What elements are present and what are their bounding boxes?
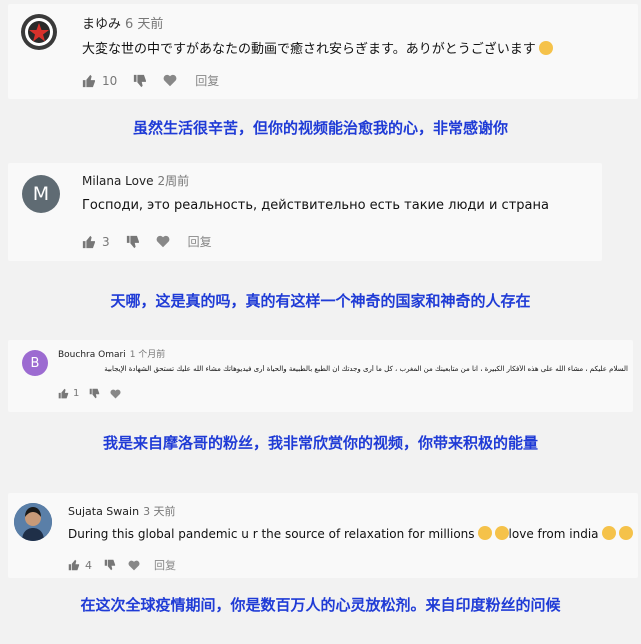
comment-time: 3 天前	[143, 505, 176, 518]
star-logo-icon	[25, 18, 53, 46]
heart-icon[interactable]	[156, 235, 170, 248]
thumbs-up-icon[interactable]	[68, 559, 80, 571]
avatar[interactable]	[21, 14, 57, 50]
translation-caption: 在这次全球疫情期间，你是数百万人的心灵放松剂。来自印度粉丝的问候	[80, 596, 561, 614]
comment-time: 2周前	[157, 174, 190, 188]
thumbs-down-icon[interactable]	[133, 74, 147, 88]
thumbs-up-icon[interactable]	[82, 74, 96, 88]
comment-text: Господи, это реальность, действительно е…	[82, 198, 549, 213]
comment-text: السلام عليكم ، مشاء الله على هذه الأفكار…	[104, 365, 628, 373]
reply-button[interactable]: 回复	[188, 233, 212, 250]
avatar[interactable]: B	[22, 350, 48, 376]
avatar-letter: B	[30, 355, 40, 371]
thumbs-down-icon[interactable]	[104, 559, 116, 571]
comment-actions: 1	[58, 388, 121, 399]
heart-eyes-emoji-icon	[477, 526, 492, 540]
thumbs-up-icon[interactable]	[82, 235, 96, 249]
translation-caption: 天哪，这是真的吗，真的有这样一个神奇的国家和神奇的人存在	[110, 292, 531, 310]
reply-button[interactable]: 回复	[154, 557, 176, 573]
smile-emoji-icon	[601, 526, 616, 540]
thumbs-down-icon[interactable]	[89, 388, 100, 399]
heart-icon[interactable]	[110, 389, 121, 399]
avatar[interactable]: M	[22, 175, 60, 213]
thumbs-up-icon[interactable]	[58, 388, 69, 399]
translation-caption: 虽然生活很辛苦，但你的视频能治愈我的心，非常感谢你	[132, 119, 508, 137]
comment-card: Sujata Swain 3 天前 During this global pand…	[8, 493, 638, 578]
comment-time: 1 个月前	[129, 350, 166, 360]
like-count: 10	[102, 73, 118, 88]
comment-card: まゆみ 6 天前 大変な世の中ですがあなたの動画で癒され安らぎます。ありがとうござ…	[8, 4, 638, 99]
comment-card: M Milana Love 2周前 Господи, это реальность…	[8, 163, 602, 261]
comment-author[interactable]: Bouchra Omari 1 个月前	[58, 347, 165, 360]
smile-emoji-icon	[618, 526, 633, 540]
heart-icon[interactable]	[128, 560, 140, 571]
avatar[interactable]	[14, 503, 52, 541]
heart-icon[interactable]	[163, 74, 177, 87]
thumbs-down-icon[interactable]	[126, 235, 140, 249]
comment-author[interactable]: Milana Love 2周前	[82, 172, 189, 189]
comment-actions: 10 回复	[82, 72, 219, 89]
like-count: 1	[73, 388, 80, 399]
avatar-letter: M	[32, 183, 50, 205]
like-count: 4	[85, 558, 92, 572]
reply-button[interactable]: 回复	[195, 72, 219, 89]
comment-author[interactable]: Sujata Swain 3 天前	[68, 503, 176, 519]
comment-text: During this global pandemic u r the sour…	[68, 526, 633, 541]
profile-photo-icon	[14, 503, 52, 541]
translation-caption: 我是来自摩洛哥的粉丝，我非常欣赏你的视频，你带来积极的能量	[102, 434, 538, 452]
like-count: 3	[102, 234, 110, 249]
comment-card: B Bouchra Omari 1 个月前 السلام عليكم ، مشاء…	[8, 340, 633, 412]
comment-time: 6 天前	[125, 17, 164, 32]
comment-text: 大変な世の中ですがあなたの動画で癒され安らぎます。ありがとうございます	[82, 38, 553, 57]
comment-actions: 3 回复	[82, 233, 212, 250]
heart-eyes-emoji-icon	[494, 526, 509, 540]
comment-author[interactable]: まゆみ 6 天前	[82, 13, 163, 32]
comment-actions: 4 回复	[68, 557, 176, 573]
smile-emoji-icon	[538, 41, 553, 55]
